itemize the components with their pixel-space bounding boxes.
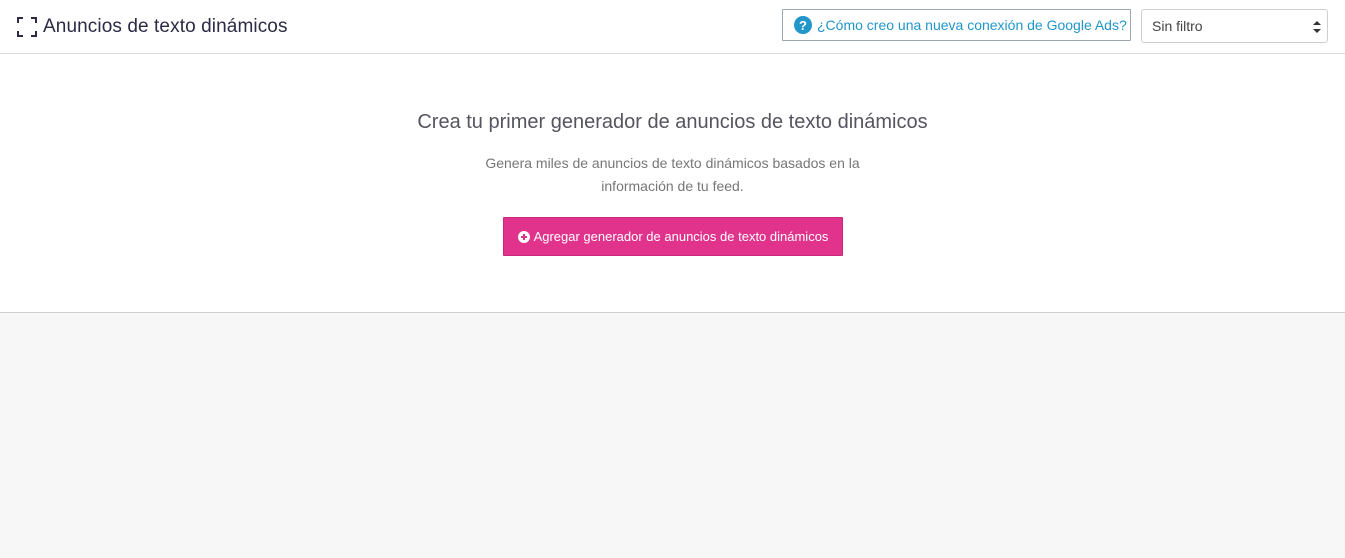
- help-link-button[interactable]: ? ¿Cómo creo una nueva conexión de Googl…: [782, 9, 1131, 41]
- empty-state-description: Genera miles de anuncios de texto dinámi…: [485, 155, 860, 194]
- expand-icon[interactable]: [17, 17, 37, 37]
- empty-state-panel: Crea tu primer generador de anuncios de …: [0, 54, 1345, 313]
- question-circle-icon: ?: [794, 16, 812, 34]
- title-area: Anuncios de texto dinámicos: [17, 15, 288, 39]
- select-arrows-icon: [1313, 20, 1321, 34]
- plus-circle-icon: [517, 230, 530, 243]
- page-header: Anuncios de texto dinámicos ? ¿Cómo creo…: [0, 0, 1345, 54]
- page-title: Anuncios de texto dinámicos: [43, 16, 288, 37]
- add-generator-button[interactable]: Agregar generador de anuncios de texto d…: [503, 217, 843, 256]
- filter-selected-value: Sin filtro: [1152, 18, 1203, 34]
- add-generator-label: Agregar generador de anuncios de texto d…: [533, 229, 829, 244]
- help-link-label: ¿Cómo creo una nueva conexión de Google …: [817, 17, 1127, 33]
- filter-select[interactable]: Sin filtro: [1141, 9, 1328, 43]
- empty-state-heading: Crea tu primer generador de anuncios de …: [417, 111, 928, 133]
